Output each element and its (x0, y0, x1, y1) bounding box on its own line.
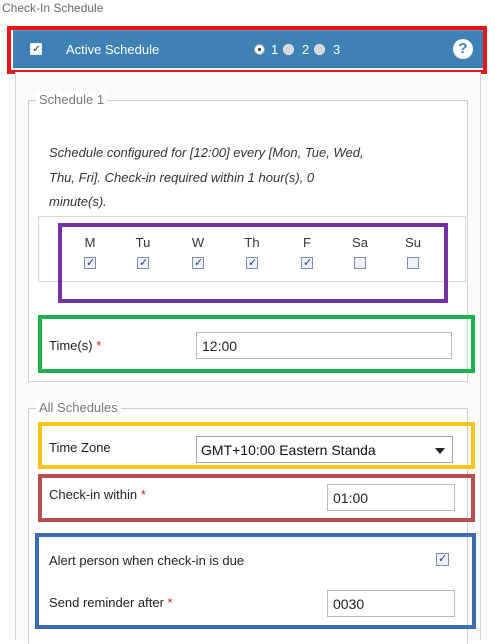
active-schedule-label: Active Schedule (66, 42, 160, 57)
day-monday: M (75, 235, 105, 269)
schedule-header-bar: ✓ Active Schedule 1 2 3 ? (13, 30, 483, 68)
day-tuesday: Tu (128, 235, 158, 269)
schedule-radio-label-3: 3 (333, 42, 341, 57)
schedule-1-legend: Schedule 1 (36, 92, 108, 107)
alert-checkbox[interactable] (436, 552, 449, 566)
day-label: Tu (135, 235, 151, 250)
day-thursday: Th (237, 235, 267, 269)
checkmark-icon: ✓ (32, 44, 41, 55)
day-label: Sa (352, 235, 368, 250)
day-saturday: Sa (345, 235, 375, 269)
day-checkbox-monday[interactable] (84, 256, 96, 269)
required-asterisk: * (140, 487, 146, 502)
times-input[interactable]: 12:00 (196, 332, 452, 359)
section-title: Check-In Schedule (2, 1, 104, 15)
schedule-radio-label-2: 2 (302, 42, 310, 57)
all-schedules-legend: All Schedules (36, 400, 121, 415)
schedule-radio-2[interactable] (283, 44, 294, 55)
timezone-select[interactable]: GMT+10:00 Eastern Standa (196, 436, 453, 463)
reminder-input[interactable]: 0030 (327, 590, 455, 617)
day-checkbox-friday[interactable] (301, 256, 313, 269)
day-checkbox-sunday[interactable] (407, 257, 419, 269)
timezone-label: Time Zone (49, 440, 111, 455)
times-label: Time(s) * (49, 338, 102, 353)
timezone-selected-value: GMT+10:00 Eastern Standa (201, 442, 376, 458)
schedule-radio-1[interactable] (254, 44, 265, 55)
required-asterisk: * (96, 338, 102, 353)
day-friday: F (292, 235, 322, 269)
checkin-within-label: Check-in within * (49, 487, 146, 502)
day-label: W (191, 235, 205, 250)
day-label: F (303, 235, 311, 250)
chevron-down-icon (435, 448, 445, 454)
weekday-selector: M Tu W Th F Sa Su (38, 216, 466, 282)
day-label: Su (405, 235, 421, 250)
checkin-within-input[interactable]: 01:00 (327, 484, 455, 511)
day-checkbox-wednesday[interactable] (192, 256, 204, 269)
schedule-radio-3[interactable] (314, 44, 325, 55)
reminder-label: Send reminder after * (49, 595, 173, 610)
schedule-description-line: Thu, Fri]. Check-in required within 1 ho… (49, 169, 315, 185)
schedule-radio-label-1: 1 (271, 42, 279, 57)
day-checkbox-thursday[interactable] (246, 256, 258, 269)
day-checkbox-saturday[interactable] (354, 257, 366, 269)
schedule-description-line: minute(s). (49, 194, 107, 209)
active-schedule-checkbox[interactable]: ✓ (30, 43, 42, 55)
day-sunday: Su (398, 235, 428, 269)
help-icon[interactable]: ? (453, 39, 473, 59)
day-label: Th (244, 235, 260, 250)
day-wednesday: W (183, 235, 213, 269)
schedule-description-line: Schedule configured for [12:00] every [M… (49, 145, 364, 160)
schedule-description: Schedule configured for [12:00] every [M… (49, 141, 469, 215)
day-checkbox-tuesday[interactable] (137, 256, 149, 269)
day-label: M (84, 235, 96, 250)
required-asterisk: * (167, 595, 173, 610)
alert-label: Alert person when check-in is due (49, 553, 245, 568)
